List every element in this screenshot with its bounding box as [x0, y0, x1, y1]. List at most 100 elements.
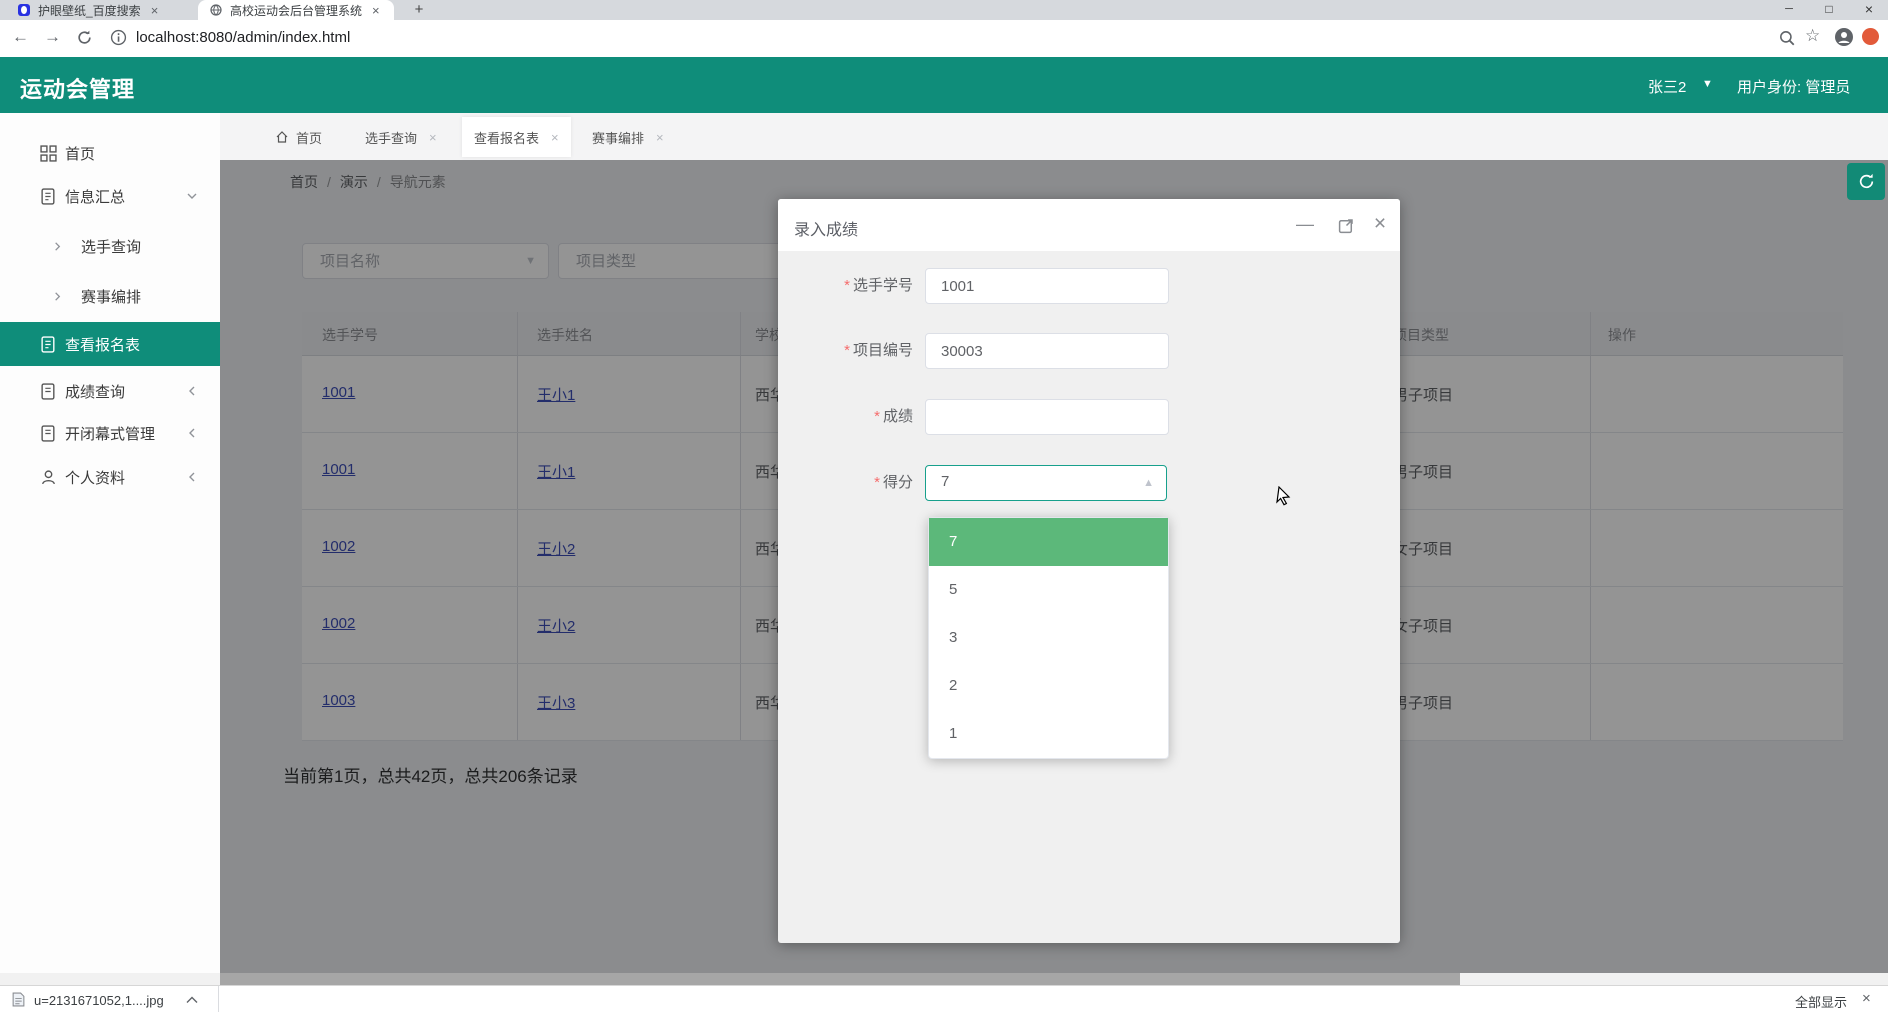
dialog-minimize-icon[interactable]: —	[1293, 214, 1317, 235]
refresh-icon	[1859, 173, 1873, 189]
user-menu[interactable]: 张三2	[1648, 76, 1686, 97]
chevron-right-icon	[55, 241, 61, 251]
sidebar-subitem-player-query[interactable]: 选手查询	[0, 227, 220, 265]
sidebar-item-label: 信息汇总	[65, 188, 126, 206]
mouse-cursor	[1276, 486, 1291, 506]
downloads-close-icon[interactable]: ×	[1862, 990, 1871, 1007]
sidebar-item-view-registration[interactable]: 查看报名表	[0, 322, 220, 366]
sidebar-item-label: 选手查询	[81, 238, 142, 256]
sidebar-item-label: 首页	[65, 145, 96, 163]
tab-label: 选手查询	[365, 130, 418, 146]
dialog-title: 录入成绩	[794, 222, 859, 239]
document-icon	[41, 424, 55, 442]
sidebar-subitem-event-arrange[interactable]: 赛事编排	[0, 277, 220, 315]
tab-label: 首页	[296, 130, 323, 146]
dialog-fullscreen-icon[interactable]	[1338, 217, 1355, 234]
user-icon	[41, 469, 56, 484]
sidebar-item-ceremony-mgmt[interactable]: 开闭幕式管理	[0, 414, 220, 452]
sidebar-item-score-query[interactable]: 成绩查询	[0, 372, 220, 410]
app-header: 运动会管理 张三2 ▼ 用户身份: 管理员	[0, 57, 1888, 159]
url-text[interactable]: localhost:8080/admin/index.html	[136, 29, 350, 46]
required-mark: *	[874, 408, 880, 425]
app-title: 运动会管理	[20, 77, 136, 102]
bookmark-star-icon[interactable]: ☆	[1805, 26, 1820, 46]
form-row-score: * 成绩	[778, 399, 1400, 435]
tab-close-icon[interactable]: ×	[372, 3, 380, 18]
forward-icon[interactable]: →	[44, 27, 61, 47]
sidebar-item-profile[interactable]: 个人资料	[0, 458, 220, 496]
student-id-field[interactable]	[925, 268, 1169, 304]
tab-label: 查看报名表	[474, 130, 540, 146]
window-close-button[interactable]: ×	[1852, 0, 1886, 20]
tab-close-icon[interactable]: ×	[656, 130, 664, 145]
sidebar-item-info-summary[interactable]: 信息汇总	[0, 177, 220, 215]
required-mark: *	[844, 342, 850, 359]
browser-tab-strip: 护眼壁纸_百度搜索 × 高校运动会后台管理系统 × + ─ □ ×	[0, 0, 1888, 20]
score-field[interactable]	[925, 399, 1169, 435]
browser-tab-baidu[interactable]: 护眼壁纸_百度搜索 ×	[8, 0, 194, 20]
dialog-close-icon[interactable]: ×	[1368, 212, 1392, 236]
tab-view-registration[interactable]: 查看报名表 ×	[462, 117, 571, 157]
field-label: 得分	[882, 474, 913, 491]
browser-address-bar: ← → localhost:8080/admin/index.html ☆	[0, 20, 1888, 57]
globe-icon	[210, 4, 222, 16]
browser-tab-title: 护眼壁纸_百度搜索	[38, 3, 141, 18]
required-mark: *	[874, 474, 880, 491]
tab-close-icon[interactable]: ×	[429, 130, 437, 145]
user-identity-label: 用户身份: 管理员	[1737, 79, 1851, 96]
sidebar-item-label: 成绩查询	[65, 383, 126, 401]
points-select[interactable]: 7 ▲	[925, 465, 1167, 501]
dropdown-option[interactable]: 7	[929, 518, 1168, 566]
tab-player-query[interactable]: 选手查询 ×	[365, 117, 437, 157]
select-caret-up-icon: ▲	[1143, 477, 1154, 489]
chevron-down-icon	[187, 193, 197, 199]
required-mark: *	[844, 277, 850, 294]
page-info-icon[interactable]	[110, 29, 127, 46]
back-icon[interactable]: ←	[12, 27, 29, 47]
browser-extension-badge[interactable]	[1862, 28, 1879, 45]
new-tab-button[interactable]: +	[408, 0, 430, 20]
form-row-project-number: * 项目编号	[778, 333, 1400, 369]
sidebar-item-label: 查看报名表	[65, 336, 141, 354]
document-icon	[41, 187, 55, 205]
zoom-icon[interactable]	[1778, 29, 1796, 47]
sidebar-item-home[interactable]: 首页	[0, 134, 220, 172]
document-icon	[41, 382, 55, 400]
tab-close-icon[interactable]: ×	[151, 3, 159, 18]
chevron-up-icon[interactable]	[186, 995, 198, 1004]
page-tab-bar: 首页 选手查询 × 查看报名表 × 赛事编排 ×	[220, 113, 1888, 161]
tab-close-icon[interactable]: ×	[551, 130, 559, 145]
browser-tab-active[interactable]: 高校运动会后台管理系统 ×	[198, 0, 394, 20]
download-filename[interactable]: u=2131671052,1....jpg	[34, 993, 164, 1008]
dropdown-option[interactable]: 5	[929, 566, 1168, 614]
project-number-field[interactable]	[925, 333, 1169, 369]
sidebar: 首页 信息汇总 选手查询 赛事编排 查看报名表 成绩查询 开闭幕式管理 个人资料	[0, 113, 221, 985]
chevron-left-icon	[189, 386, 195, 396]
horizontal-scrollbar[interactable]	[0, 973, 1888, 985]
dropdown-option[interactable]: 3	[929, 614, 1168, 662]
tab-event-arrange[interactable]: 赛事编排 ×	[592, 117, 664, 157]
sidebar-item-label: 赛事编排	[81, 288, 142, 306]
sidebar-item-label: 个人资料	[65, 469, 126, 487]
field-label: 项目编号	[852, 342, 913, 359]
refresh-button[interactable]	[1847, 163, 1885, 200]
form-row-student-id: * 选手学号	[778, 268, 1400, 304]
reload-icon[interactable]	[76, 29, 93, 46]
window-maximize-button[interactable]: □	[1812, 0, 1846, 20]
baidu-icon	[18, 4, 30, 16]
grid-icon	[40, 144, 57, 162]
profile-avatar-icon[interactable]	[1834, 27, 1854, 47]
file-icon	[12, 992, 25, 1007]
chevron-left-icon	[189, 472, 195, 482]
chevron-left-icon	[189, 428, 195, 438]
document-icon	[41, 335, 55, 353]
dropdown-option[interactable]: 2	[929, 662, 1168, 710]
scrollbar-thumb[interactable]	[220, 973, 1460, 985]
screen: 护眼壁纸_百度搜索 × 高校运动会后台管理系统 × + ─ □ × ← → lo…	[0, 0, 1888, 1012]
tab-home[interactable]: 首页	[275, 117, 322, 157]
points-select-value: 7	[941, 473, 950, 490]
show-all-downloads-button[interactable]: 全部显示	[1795, 992, 1847, 1011]
user-caret-icon[interactable]: ▼	[1702, 78, 1713, 90]
dropdown-option[interactable]: 1	[929, 710, 1168, 758]
window-minimize-button[interactable]: ─	[1772, 0, 1806, 20]
